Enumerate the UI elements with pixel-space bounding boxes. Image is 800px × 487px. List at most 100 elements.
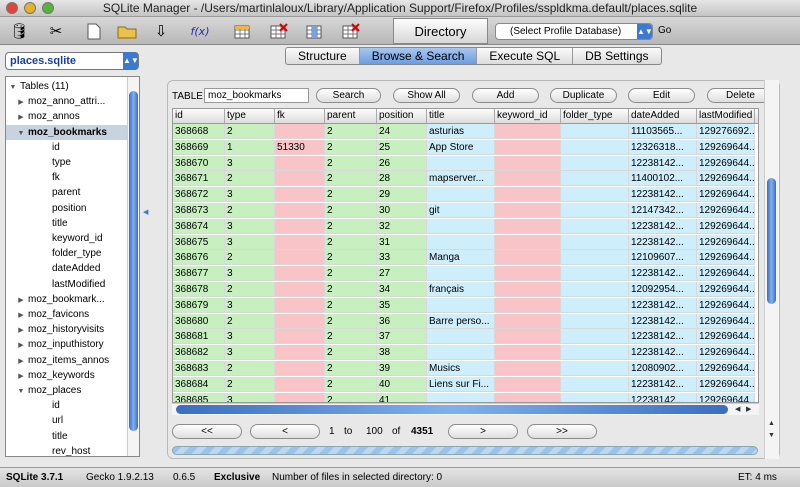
table-cell[interactable]: 11103565... — [629, 124, 697, 139]
table-cell[interactable]: 129269644... — [697, 155, 755, 171]
tree-column-item[interactable]: id — [6, 140, 128, 155]
table-cell[interactable]: 12238142... — [629, 345, 697, 361]
table-cell[interactable]: 368680 — [173, 313, 225, 329]
table-cell[interactable]: 368671 — [173, 171, 225, 187]
table-cell[interactable] — [495, 345, 561, 361]
drop-index-icon[interactable] — [340, 20, 362, 42]
table-cell[interactable]: Musics — [427, 361, 495, 376]
table-cell[interactable]: 368678 — [173, 282, 225, 297]
table-cell[interactable] — [275, 361, 325, 376]
table-cell[interactable]: App Store — [427, 139, 495, 155]
table-cell[interactable]: 3 — [225, 329, 275, 345]
table-cell[interactable]: 368685 — [173, 392, 225, 402]
table-cell[interactable]: 2 — [325, 376, 377, 392]
collapsed-triangle-icon[interactable]: ▶ — [16, 338, 26, 352]
table-cell[interactable]: 2 — [325, 313, 377, 329]
table-cell[interactable]: 368674 — [173, 218, 225, 234]
table-cell[interactable]: 11400102... — [629, 171, 697, 187]
table-cell[interactable]: 12238142... — [629, 155, 697, 171]
table-cell[interactable]: 2 — [325, 361, 377, 376]
edit-button[interactable]: Edit — [628, 88, 695, 103]
table-cell[interactable]: 129269644... — [697, 313, 755, 329]
table-cell[interactable]: 12238142... — [629, 297, 697, 313]
table-cell[interactable] — [275, 266, 325, 282]
table-cell[interactable]: 12109607... — [629, 250, 697, 266]
tree-tables-group[interactable]: ▼ Tables (11) — [6, 79, 128, 94]
tree-column-item[interactable]: dateAdded — [6, 261, 128, 276]
table-cell[interactable]: 12238142... — [629, 392, 697, 402]
table-cell[interactable]: Manga — [427, 250, 495, 266]
table-cell[interactable]: 129269644... — [697, 329, 755, 345]
table-cell[interactable]: 3 — [225, 155, 275, 171]
tree-column-item[interactable]: parent — [6, 185, 128, 200]
create-table-icon[interactable] — [232, 20, 254, 42]
table-cell[interactable] — [561, 345, 629, 361]
table-cell[interactable]: 12238142... — [629, 266, 697, 282]
table-cell[interactable] — [275, 282, 325, 297]
scroll-down-icon[interactable]: ▼ — [768, 432, 775, 439]
table-cell[interactable]: 129269644... — [697, 297, 755, 313]
table-cell[interactable] — [275, 313, 325, 329]
collapsed-triangle-icon[interactable]: ▶ — [16, 308, 26, 322]
table-cell[interactable] — [427, 234, 495, 250]
table-cell[interactable] — [275, 345, 325, 361]
table-cell[interactable]: 2 — [225, 361, 275, 376]
tree-column-item[interactable]: url — [6, 413, 128, 428]
table-cell[interactable]: 129269644... — [697, 250, 755, 266]
table-cell[interactable] — [561, 297, 629, 313]
table-cell[interactable] — [561, 250, 629, 266]
tree-column-item[interactable]: position — [6, 201, 128, 216]
table-cell[interactable]: 29 — [377, 187, 427, 203]
table-cell[interactable]: 12147342... — [629, 203, 697, 218]
collapsed-triangle-icon[interactable]: ▶ — [16, 293, 26, 307]
tree-table-item[interactable]: ▼ moz_places — [6, 383, 128, 398]
table-cell[interactable]: 12238142... — [629, 376, 697, 392]
table-cell[interactable]: 2 — [325, 171, 377, 187]
table-cell[interactable] — [561, 361, 629, 376]
table-cell[interactable]: Liens sur Fi... — [427, 376, 495, 392]
tools-icon[interactable]: ✂ — [45, 20, 67, 42]
table-cell[interactable]: 12238142... — [629, 187, 697, 203]
table-cell[interactable]: 39 — [377, 361, 427, 376]
collapsed-triangle-icon[interactable]: ▶ — [16, 369, 26, 383]
table-cell[interactable]: 368676 — [173, 250, 225, 266]
table-cell[interactable]: 368672 — [173, 187, 225, 203]
table-cell[interactable]: 368668 — [173, 124, 225, 139]
table-cell[interactable]: 36 — [377, 313, 427, 329]
table-cell[interactable]: 51330 — [275, 139, 325, 155]
grid-hscroll-thumb[interactable] — [176, 405, 728, 414]
show-all-button[interactable]: Show All — [393, 88, 460, 103]
table-cell[interactable]: 2 — [325, 218, 377, 234]
table-cell[interactable]: 35 — [377, 297, 427, 313]
table-cell[interactable]: 2 — [325, 329, 377, 345]
table-cell[interactable] — [495, 361, 561, 376]
scroll-left-icon[interactable]: ◀ — [735, 405, 740, 413]
table-cell[interactable]: 12238142... — [629, 329, 697, 345]
tab-browse-search[interactable]: Browse & Search — [358, 48, 477, 64]
directory-button[interactable]: Directory — [393, 18, 488, 44]
first-page-button[interactable]: << — [172, 424, 242, 439]
table-cell[interactable]: 12080902... — [629, 361, 697, 376]
table-cell[interactable]: 2 — [225, 124, 275, 139]
table-cell[interactable]: 368677 — [173, 266, 225, 282]
table-cell[interactable] — [561, 139, 629, 155]
table-cell[interactable]: 129269644... — [697, 139, 755, 155]
table-cell[interactable]: 3 — [225, 297, 275, 313]
column-header-type[interactable]: type — [225, 109, 275, 124]
collapsed-triangle-icon[interactable]: ▶ — [16, 354, 26, 368]
table-cell[interactable]: 12238142... — [629, 313, 697, 329]
table-cell[interactable] — [275, 392, 325, 402]
tab-structure[interactable]: Structure — [286, 48, 359, 64]
table-cell[interactable]: 2 — [325, 203, 377, 218]
tree-table-item[interactable]: ▶ moz_annos — [6, 109, 128, 124]
table-cell[interactable]: 31 — [377, 234, 427, 250]
tree-column-item[interactable]: type — [6, 155, 128, 170]
table-cell[interactable] — [561, 124, 629, 139]
table-cell[interactable] — [427, 187, 495, 203]
tree-column-item[interactable]: title — [6, 429, 128, 444]
table-cell[interactable]: 129269644... — [697, 218, 755, 234]
table-cell[interactable]: mapserver... — [427, 171, 495, 187]
table-cell[interactable] — [427, 329, 495, 345]
table-cell[interactable]: git — [427, 203, 495, 218]
table-cell[interactable]: 28 — [377, 171, 427, 187]
